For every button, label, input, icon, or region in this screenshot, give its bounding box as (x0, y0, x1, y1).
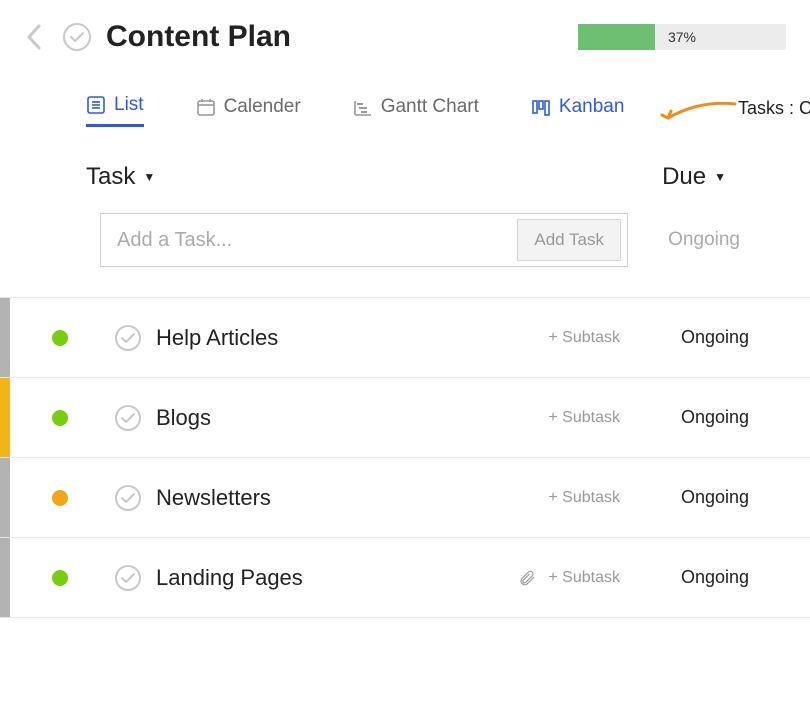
task-due: Ongoing (640, 567, 790, 588)
subtask-label: + Subtask (548, 569, 620, 587)
row-color-stripe (0, 538, 10, 617)
task-title: Newsletters (156, 485, 271, 511)
tab-gantt-label: Gantt Chart (381, 96, 479, 118)
task-row[interactable]: Help Articles + Subtask Ongoing (0, 298, 810, 378)
task-due: Ongoing (640, 327, 790, 348)
task-title: Help Articles (156, 325, 278, 351)
tab-kanban[interactable]: Kanban (531, 96, 625, 126)
kanban-icon (531, 97, 551, 117)
tab-kanban-label: Kanban (559, 96, 625, 118)
subtask-label: + Subtask (548, 409, 620, 427)
dropdown-arrow-icon: ▼ (143, 170, 155, 184)
status-dot (52, 330, 68, 346)
add-task-input[interactable] (101, 229, 511, 252)
status-dot (52, 410, 68, 426)
add-task-input-wrap: Add Task (100, 213, 628, 267)
row-color-stripe (0, 378, 10, 457)
attachment-icon (518, 569, 536, 587)
task-row[interactable]: Newsletters + Subtask Ongoing (0, 458, 810, 538)
column-task-label: Task (86, 163, 135, 191)
back-chevron-icon[interactable] (18, 20, 52, 54)
task-complete-toggle[interactable] (114, 484, 142, 512)
add-task-button[interactable]: Add Task (517, 219, 621, 261)
tab-list[interactable]: List (86, 94, 144, 127)
column-header-due[interactable]: Due ▼ (662, 163, 726, 191)
column-due-label: Due (662, 163, 706, 191)
add-task-due-label: Ongoing (668, 229, 740, 251)
subtask-label: + Subtask (548, 329, 620, 347)
task-complete-toggle[interactable] (114, 324, 142, 352)
row-color-stripe (0, 298, 10, 377)
tasks-count-label: Tasks : C (738, 98, 810, 119)
task-title: Landing Pages (156, 565, 303, 591)
progress-bar: 37% (578, 24, 786, 50)
add-subtask-button[interactable]: + Subtask (548, 489, 620, 507)
task-title: Blogs (156, 405, 211, 431)
gantt-icon (353, 97, 373, 117)
list-icon (86, 95, 106, 115)
tab-calendar[interactable]: Calender (196, 96, 301, 126)
add-subtask-button[interactable]: + Subtask (548, 409, 620, 427)
progress-percent-label: 37% (578, 29, 786, 45)
status-dot (52, 490, 68, 506)
complete-toggle-icon[interactable] (62, 22, 92, 52)
task-complete-toggle[interactable] (114, 564, 142, 592)
task-complete-toggle[interactable] (114, 404, 142, 432)
arrow-annotation-icon (660, 102, 740, 137)
task-row[interactable]: Landing Pages + Subtask Ongoing (0, 538, 810, 618)
task-row[interactable]: Blogs + Subtask Ongoing (0, 378, 810, 458)
tab-list-label: List (114, 94, 144, 116)
status-dot (52, 570, 68, 586)
row-color-stripe (0, 458, 10, 537)
calendar-icon (196, 97, 216, 117)
tab-calendar-label: Calender (224, 96, 301, 118)
add-subtask-button[interactable]: + Subtask (518, 569, 620, 587)
add-subtask-button[interactable]: + Subtask (548, 329, 620, 347)
tab-gantt[interactable]: Gantt Chart (353, 96, 479, 126)
task-due: Ongoing (640, 487, 790, 508)
column-header-task[interactable]: Task ▼ (86, 163, 155, 191)
subtask-label: + Subtask (548, 489, 620, 507)
task-due: Ongoing (640, 407, 790, 428)
page-title: Content Plan (106, 20, 291, 54)
dropdown-arrow-icon: ▼ (714, 170, 726, 184)
